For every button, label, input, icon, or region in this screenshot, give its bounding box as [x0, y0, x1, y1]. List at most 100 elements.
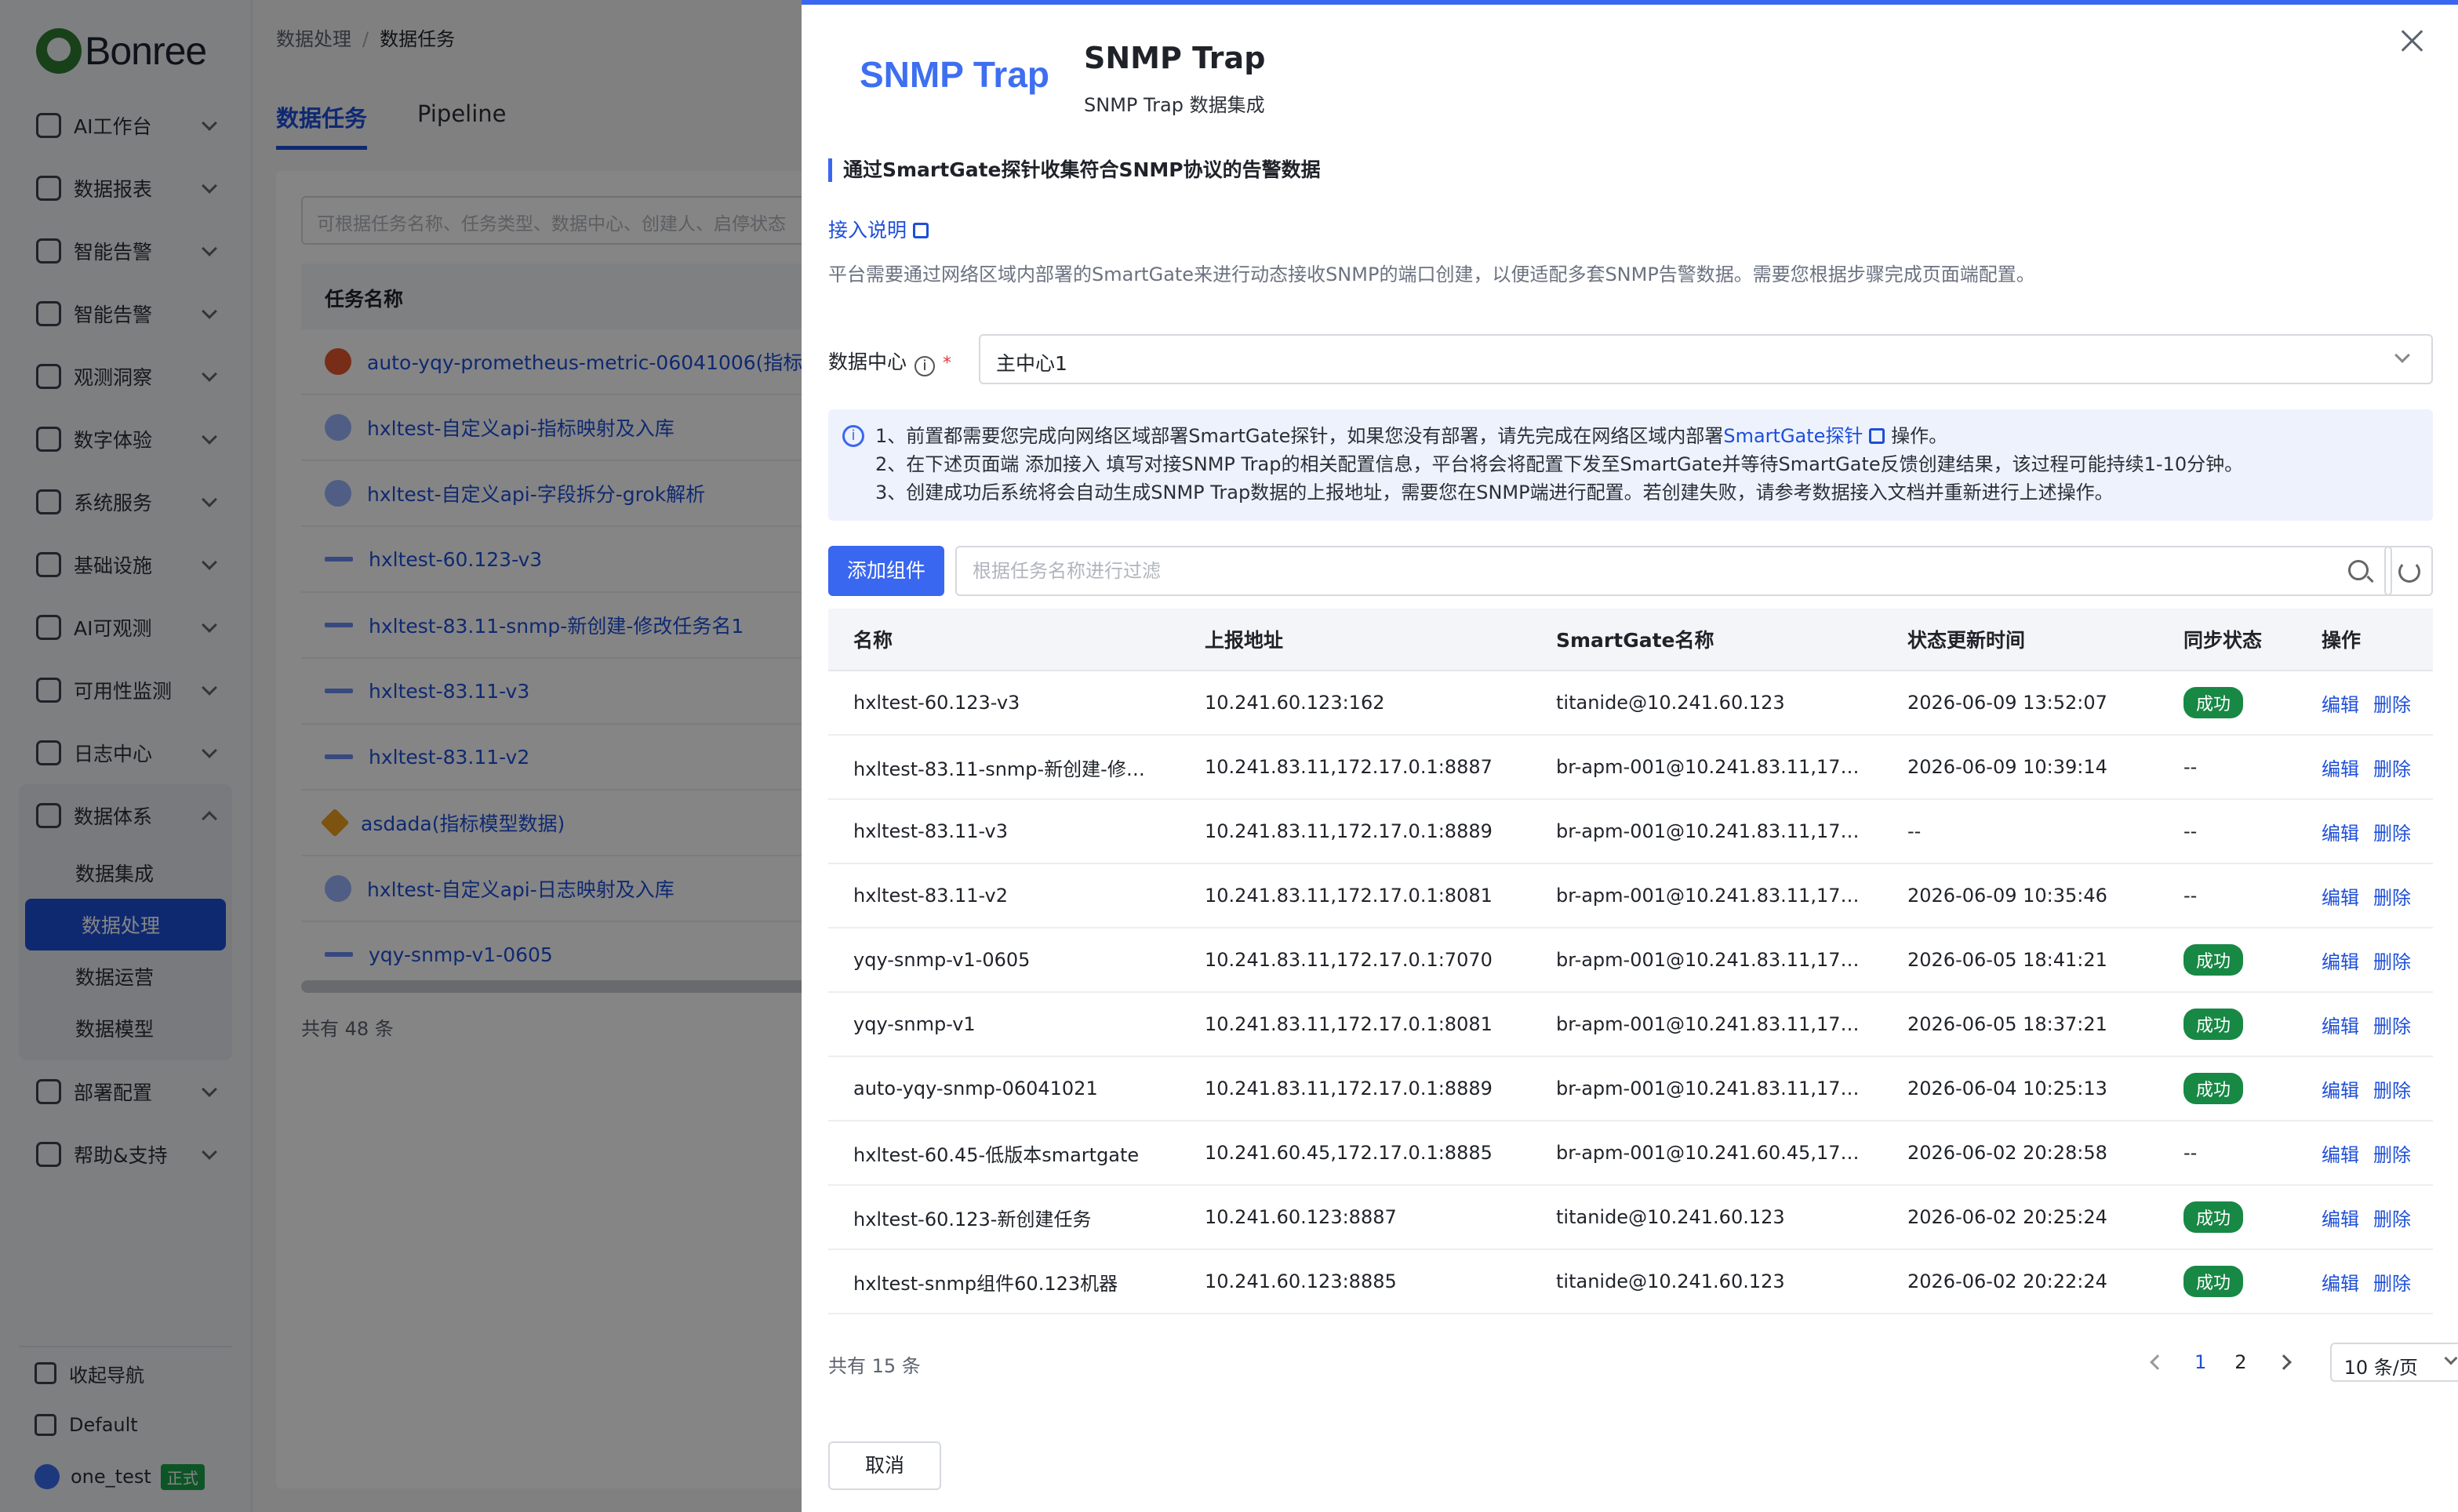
cell-name: hxltest-83.11-v2	[853, 885, 1009, 907]
table-total-count: 共有 15 条	[828, 1355, 921, 1377]
cell-name: hxltest-60.123-v3	[853, 692, 1020, 714]
cell-name: hxltest-83.11-v3	[853, 820, 1009, 842]
pagination: 1 2 10 条/页	[2135, 1343, 2458, 1382]
external-link-icon	[1869, 428, 1885, 444]
refresh-icon	[2398, 561, 2420, 583]
snmp-trap-logo: SNMP Trap	[860, 54, 1049, 95]
edit-link[interactable]: 编辑	[2322, 1016, 2359, 1038]
data-center-label: 数据中心 i *	[828, 347, 951, 376]
column-header-sync-status: 同步状态	[2183, 629, 2263, 652]
cell-address: 10.241.83.11,172.17.0.1:8889	[1205, 820, 1493, 842]
status-badge: 成功	[2183, 1266, 2244, 1297]
modal-overlay[interactable]	[0, 0, 802, 1512]
table-row[interactable]: hxltest-83.11-v3 10.241.83.11,172.17.0.1:…	[828, 800, 2433, 864]
chevron-left-icon[interactable]	[2150, 1354, 2165, 1370]
delete-link[interactable]: 删除	[2373, 823, 2411, 845]
table-row[interactable]: hxltest-83.11-snmp-新创建-修… 10.241.83.11,17…	[828, 736, 2433, 800]
table-row[interactable]: yqy-snmp-v1-0605 10.241.83.11,172.17.0.1:…	[828, 929, 2433, 993]
edit-link[interactable]: 编辑	[2322, 1144, 2359, 1166]
smartgate-link[interactable]: SmartGate探针	[1723, 425, 1885, 447]
page-2[interactable]: 2	[2234, 1351, 2246, 1373]
task-filter-input[interactable]	[973, 560, 2306, 582]
cell-sync-status: 成功	[2158, 1266, 2296, 1297]
section-title: 通过SmartGate探针收集符合SNMP协议的告警数据	[828, 158, 1321, 182]
cell-name: yqy-snmp-v1	[853, 1013, 976, 1035]
cell-name: hxltest-83.11-snmp-新创建-修…	[853, 758, 1145, 780]
cell-sync-status: --	[2158, 756, 2296, 778]
data-center-select[interactable]: 主中心1	[979, 334, 2433, 384]
edit-link[interactable]: 编辑	[2322, 1080, 2359, 1102]
guide-link[interactable]: 接入说明	[828, 215, 929, 243]
cell-sync-status: --	[2158, 820, 2296, 842]
table-row[interactable]: auto-yqy-snmp-06041021 10.241.83.11,172.1…	[828, 1057, 2433, 1121]
delete-link[interactable]: 删除	[2373, 1016, 2411, 1038]
cell-actions: 编辑 删除	[2296, 882, 2433, 910]
column-header-address: 上报地址	[1205, 629, 1284, 652]
cancel-button[interactable]: 取消	[828, 1441, 941, 1490]
cell-smartgate: br-apm-001@10.241.60.45,17…	[1556, 1142, 1860, 1164]
delete-link[interactable]: 删除	[2373, 1080, 2411, 1102]
cell-address: 10.241.83.11,172.17.0.1:8081	[1205, 1013, 1493, 1035]
status-text: --	[2183, 1142, 2198, 1164]
delete-link[interactable]: 删除	[2373, 694, 2411, 716]
table-row[interactable]: hxltest-60.123-v3 10.241.60.123:162 titani…	[828, 671, 2433, 736]
required-mark: *	[943, 354, 952, 373]
delete-link[interactable]: 删除	[2373, 758, 2411, 780]
drawer-subtitle: SNMP Trap 数据集成	[1084, 94, 1265, 116]
edit-link[interactable]: 编辑	[2322, 823, 2359, 845]
chevron-right-icon[interactable]	[2275, 1354, 2292, 1370]
page-size-select[interactable]: 10 条/页	[2329, 1343, 2458, 1382]
page-1[interactable]: 1	[2194, 1351, 2206, 1373]
delete-link[interactable]: 删除	[2373, 887, 2411, 909]
delete-link[interactable]: 删除	[2373, 1209, 2411, 1230]
setup-notice: i 1、前置都需要您完成向网络区域部署SmartGate探针，如果您没有部署，请…	[828, 409, 2433, 521]
cell-smartgate: br-apm-001@10.241.83.11,17…	[1556, 1078, 1860, 1099]
cell-sync-status: --	[2158, 885, 2296, 907]
cell-smartgate: titanide@10.241.60.123	[1556, 1270, 1785, 1292]
search-icon[interactable]	[2348, 560, 2369, 580]
cell-actions: 编辑 删除	[2296, 689, 2433, 717]
cell-address: 10.241.60.123:8887	[1205, 1206, 1397, 1228]
cell-address: 10.241.60.45,172.17.0.1:8885	[1205, 1142, 1493, 1164]
cell-smartgate: br-apm-001@10.241.83.11,17…	[1556, 1013, 1860, 1035]
cell-updated-time: 2026-06-09 10:39:14	[1907, 756, 2107, 778]
table-row[interactable]: hxltest-snmp组件60.123机器 10.241.60.123:8885…	[828, 1250, 2433, 1314]
cell-name: auto-yqy-snmp-06041021	[853, 1078, 1098, 1099]
table-row[interactable]: hxltest-60.123-新创建任务 10.241.60.123:8887 ti…	[828, 1186, 2433, 1250]
edit-link[interactable]: 编辑	[2322, 951, 2359, 973]
cell-updated-time: 2026-06-04 10:25:13	[1907, 1078, 2107, 1099]
delete-link[interactable]: 删除	[2373, 1273, 2411, 1295]
cell-updated-time: 2026-06-05 18:41:21	[1907, 949, 2107, 971]
cell-sync-status: 成功	[2158, 944, 2296, 976]
status-text: --	[2183, 885, 2198, 907]
edit-link[interactable]: 编辑	[2322, 887, 2359, 909]
column-header-updated-time: 状态更新时间	[1907, 629, 2026, 652]
info-icon[interactable]: i	[914, 356, 936, 376]
edit-link[interactable]: 编辑	[2322, 694, 2359, 716]
table-row[interactable]: hxltest-60.45-低版本smartgate 10.241.60.45,1…	[828, 1121, 2433, 1186]
table-header: 名称 上报地址 SmartGate名称 状态更新时间 同步状态 操作	[828, 609, 2433, 671]
task-filter	[955, 546, 2392, 596]
cell-name: hxltest-60.123-新创建任务	[853, 1208, 1092, 1230]
table-row[interactable]: hxltest-83.11-v2 10.241.83.11,172.17.0.1:…	[828, 864, 2433, 929]
notice-line-3: 3、创建成功后系统将会自动生成SNMP Trap数据的上报地址，需要您在SNMP…	[875, 482, 2114, 503]
cell-updated-time: --	[1907, 820, 1922, 842]
delete-link[interactable]: 删除	[2373, 951, 2411, 973]
cell-updated-time: 2026-06-02 20:28:58	[1907, 1142, 2107, 1164]
edit-link[interactable]: 编辑	[2322, 1273, 2359, 1295]
close-icon[interactable]	[2398, 27, 2427, 55]
cell-address: 10.241.83.11,172.17.0.1:8081	[1205, 885, 1493, 907]
status-badge: 成功	[2183, 944, 2244, 976]
delete-link[interactable]: 删除	[2373, 1144, 2411, 1166]
section-description: 平台需要通过网络区域内部署的SmartGate来进行动态接收SNMP的端口创建，…	[828, 264, 2035, 285]
cell-updated-time: 2026-06-09 13:52:07	[1907, 692, 2107, 714]
cell-updated-time: 2026-06-05 18:37:21	[1907, 1013, 2107, 1035]
cell-actions: 编辑 删除	[2296, 818, 2433, 845]
cell-actions: 编辑 删除	[2296, 947, 2433, 974]
add-component-button[interactable]: 添加组件	[828, 546, 944, 596]
edit-link[interactable]: 编辑	[2322, 1209, 2359, 1230]
table-row[interactable]: yqy-snmp-v1 10.241.83.11,172.17.0.1:8081 b…	[828, 993, 2433, 1057]
edit-link[interactable]: 编辑	[2322, 758, 2359, 780]
refresh-button[interactable]	[2384, 546, 2433, 596]
cell-actions: 编辑 删除	[2296, 1268, 2433, 1296]
